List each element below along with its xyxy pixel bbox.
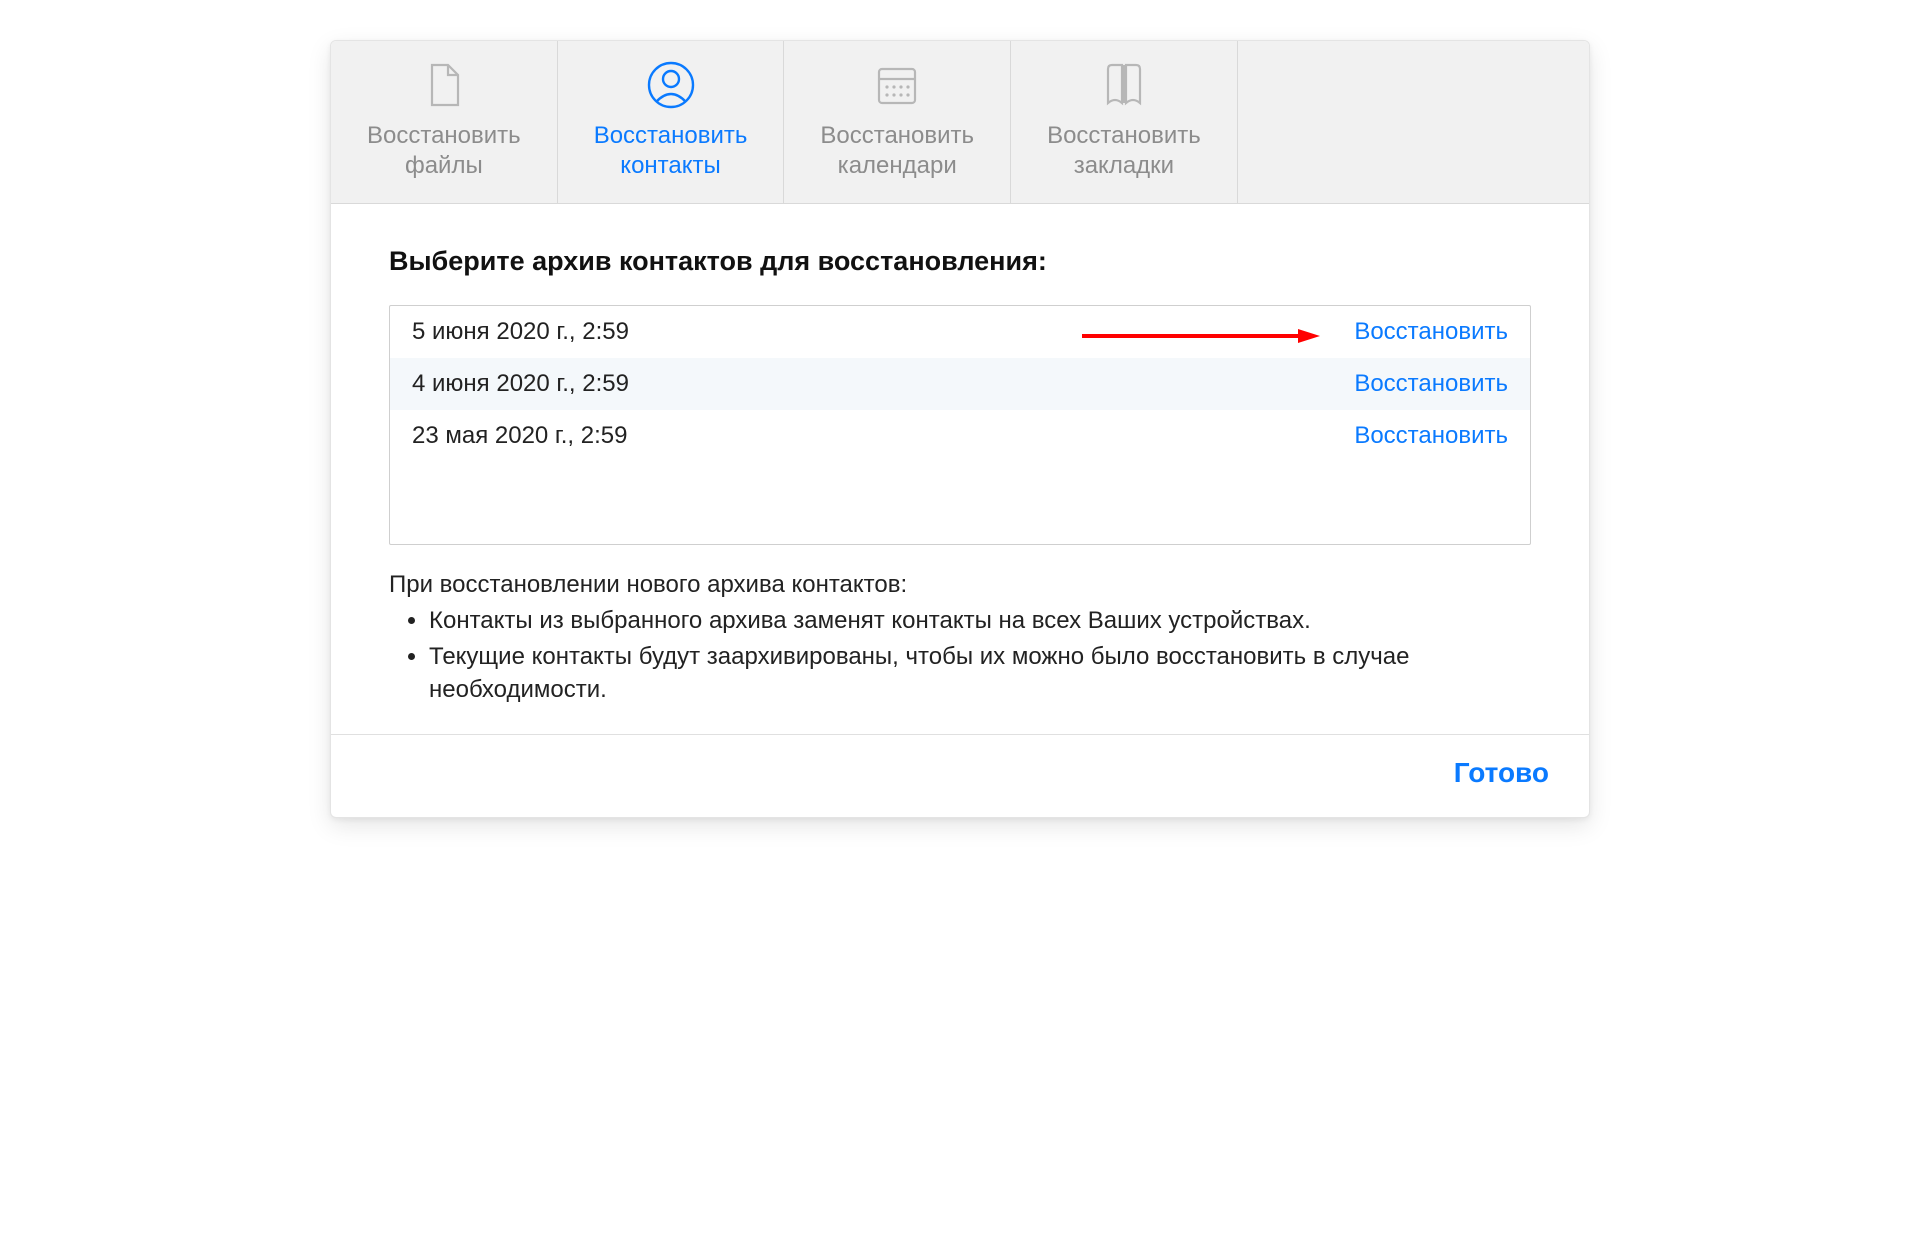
- restore-tabbar: Восстановить файлы Восстановить контакты: [331, 41, 1589, 204]
- tab-restore-contacts[interactable]: Восстановить контакты: [558, 41, 785, 203]
- archive-row[interactable]: 23 мая 2020 г., 2:59 Восстановить: [390, 410, 1530, 462]
- tab-label: Восстановить календари: [820, 121, 974, 181]
- archive-row[interactable]: 5 июня 2020 г., 2:59 Восстановить: [390, 306, 1530, 358]
- restore-panel: Восстановить файлы Восстановить контакты: [330, 40, 1590, 818]
- archive-date: 4 июня 2020 г., 2:59: [412, 370, 629, 398]
- tab-label: Восстановить закладки: [1047, 121, 1201, 181]
- restore-notes: При восстановлении нового архива контакт…: [389, 571, 1531, 706]
- done-button[interactable]: Готово: [1454, 757, 1549, 789]
- panel-footer: Готово: [331, 734, 1589, 817]
- contact-icon: [645, 59, 697, 111]
- note-item: Текущие контакты будут заархивированы, ч…: [429, 641, 1531, 706]
- archive-list: 5 июня 2020 г., 2:59 Восстановить 4 июня…: [389, 305, 1531, 545]
- archive-heading: Выберите архив контактов для восстановле…: [389, 246, 1531, 277]
- restore-link[interactable]: Восстановить: [1354, 370, 1508, 398]
- note-item: Контакты из выбранного архива заменят ко…: [429, 605, 1531, 637]
- restore-link[interactable]: Восстановить: [1354, 422, 1508, 450]
- archive-date: 23 мая 2020 г., 2:59: [412, 422, 627, 450]
- tab-label: Восстановить контакты: [594, 121, 748, 181]
- tab-restore-calendars[interactable]: Восстановить календари: [784, 41, 1011, 203]
- bookmark-icon: [1098, 59, 1150, 111]
- calendar-icon: [871, 59, 923, 111]
- restore-link[interactable]: Восстановить: [1354, 318, 1508, 346]
- tab-restore-files[interactable]: Восстановить файлы: [331, 41, 558, 203]
- archive-date: 5 июня 2020 г., 2:59: [412, 318, 629, 346]
- archive-row[interactable]: 4 июня 2020 г., 2:59 Восстановить: [390, 358, 1530, 410]
- notes-title: При восстановлении нового архива контакт…: [389, 571, 1531, 599]
- panel-body: Выберите архив контактов для восстановле…: [331, 204, 1589, 734]
- file-icon: [418, 59, 470, 111]
- tab-restore-bookmarks[interactable]: Восстановить закладки: [1011, 41, 1238, 203]
- tab-label: Восстановить файлы: [367, 121, 521, 181]
